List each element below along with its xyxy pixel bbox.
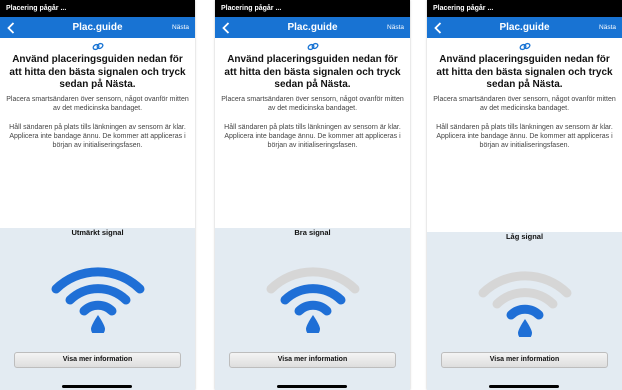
signal-arc-middle <box>65 284 130 305</box>
signal-panel: Bra signal Visa mer information <box>215 228 410 390</box>
phone-screen-1: Placering pågår ... Plac.guide Nästa Anv… <box>0 0 195 390</box>
next-button[interactable]: Nästa <box>599 17 616 38</box>
link-icon <box>519 42 530 51</box>
signal-strength-icon <box>266 267 359 333</box>
hold-text: Håll sändaren på plats tills länkningen … <box>9 123 186 149</box>
instruction-heading: Använd placeringsguiden nedan för att hi… <box>224 54 401 90</box>
signal-label: Bra signal <box>294 228 331 237</box>
status-bar: Placering pågår ... <box>215 0 410 17</box>
phone-screen-2: Placering pågår ... Plac.guide Nästa Anv… <box>215 0 410 390</box>
nav-title: Plac.guide <box>499 22 550 33</box>
nav-bar: Plac.guide Nästa <box>0 17 195 38</box>
nav-title: Plac.guide <box>72 22 123 33</box>
signal-panel: Låg signal Visa mer information <box>427 232 622 390</box>
nav-title: Plac.guide <box>287 22 338 33</box>
signal-arc-inner <box>506 304 543 320</box>
signal-arc-inner <box>294 300 331 316</box>
signal-drop <box>305 315 320 333</box>
signal-arc-middle <box>492 288 557 309</box>
more-info-button[interactable]: Visa mer information <box>441 352 608 368</box>
signal-label: Utmärkt signal <box>71 228 124 237</box>
placement-text: Placera smartsändaren över sensorn, någo… <box>221 95 404 112</box>
signal-drop <box>90 315 105 333</box>
link-icon <box>307 42 318 51</box>
instruction-heading: Använd placeringsguiden nedan för att hi… <box>9 54 186 90</box>
status-bar: Placering pågår ... <box>0 0 195 17</box>
placement-text: Placera smartsändaren över sensorn, någo… <box>6 95 189 112</box>
signal-strength-icon <box>478 271 571 337</box>
signal-label: Låg signal <box>505 232 544 241</box>
nav-bar: Plac.guide Nästa <box>427 17 622 38</box>
home-indicator[interactable] <box>489 385 559 388</box>
instruction-heading: Använd placeringsguiden nedan för att hi… <box>436 54 613 90</box>
hold-text: Håll sändaren på plats tills länkningen … <box>224 123 401 149</box>
home-indicator[interactable] <box>62 385 132 388</box>
next-button[interactable]: Nästa <box>172 17 189 38</box>
signal-arc-inner <box>79 300 116 316</box>
more-info-button[interactable]: Visa mer information <box>229 352 396 368</box>
phone-screen-3: Placering pågår ... Plac.guide Nästa Anv… <box>427 0 622 390</box>
placement-text: Placera smartsändaren över sensorn, någo… <box>433 95 616 112</box>
signal-strength-icon <box>51 267 144 333</box>
status-bar: Placering pågår ... <box>427 0 622 17</box>
link-icon <box>92 42 103 51</box>
home-indicator[interactable] <box>277 385 347 388</box>
nav-bar: Plac.guide Nästa <box>215 17 410 38</box>
more-info-button[interactable]: Visa mer information <box>14 352 181 368</box>
hold-text: Håll sändaren på plats tills länkningen … <box>436 123 613 149</box>
signal-arc-middle <box>280 284 345 305</box>
signal-drop <box>517 319 532 337</box>
signal-panel: Utmärkt signal Visa mer information <box>0 228 195 390</box>
next-button[interactable]: Nästa <box>387 17 404 38</box>
